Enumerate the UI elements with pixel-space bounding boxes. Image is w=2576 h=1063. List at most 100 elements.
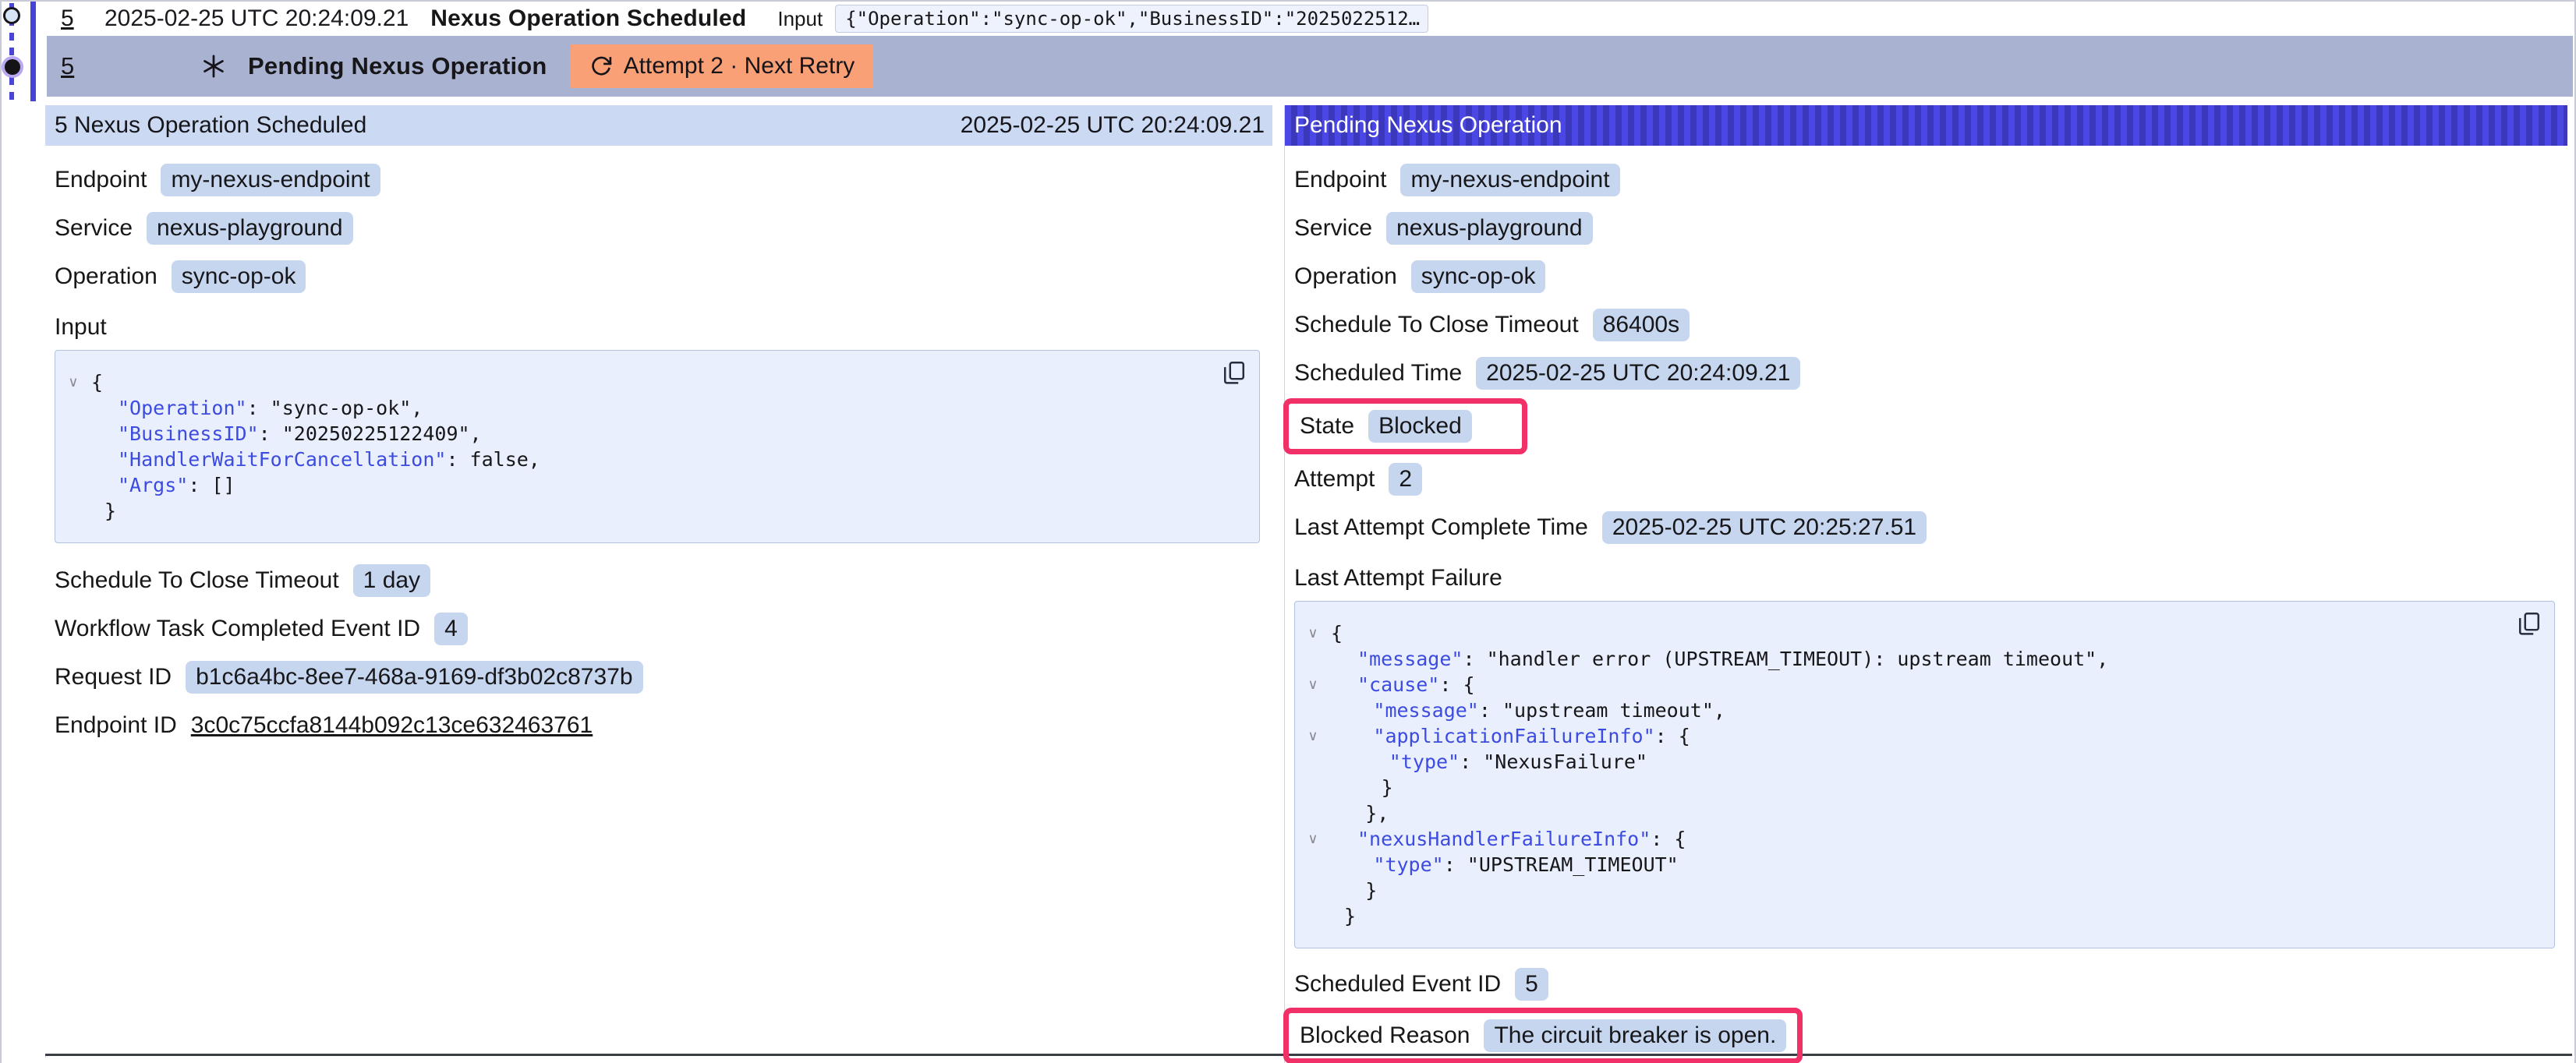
retry-badge-label: Attempt 2 · Next Retry <box>624 53 855 79</box>
field-label: Endpoint <box>55 167 147 193</box>
field-service: Service nexus-playground <box>55 211 1272 245</box>
json-line: ∨"applicationFailureInfo": { <box>1295 723 2507 749</box>
field-value-badge: nexus-playground <box>1386 212 1593 245</box>
chevron-gutter <box>55 421 91 447</box>
event-input-label: Input <box>777 7 823 31</box>
event-history-view: 5 2025-02-25 UTC 20:24:09.21 Nexus Opera… <box>0 0 2576 1063</box>
chevron-gutter <box>1295 749 1331 775</box>
collapse-chevron-icon[interactable]: ∨ <box>1295 672 1331 697</box>
collapse-chevron-icon[interactable]: ∨ <box>1295 826 1331 852</box>
field-value-badge: sync-op-ok <box>172 260 306 293</box>
json-line-text: } <box>1331 878 1377 903</box>
field-label: Endpoint <box>1294 167 1386 193</box>
field-state: State Blocked <box>1294 398 2567 454</box>
json-line-text: "type": "UPSTREAM_TIMEOUT" <box>1331 852 1679 878</box>
field-label: Scheduled Event ID <box>1294 971 1501 998</box>
json-line: } <box>1295 775 2507 800</box>
json-line-text: "type": "NexusFailure" <box>1331 749 1647 775</box>
json-line: "type": "NexusFailure" <box>1295 749 2507 775</box>
field-service: Service nexus-playground <box>1294 211 2567 245</box>
collapse-chevron-icon[interactable]: ∨ <box>1295 620 1331 646</box>
event-timestamp: 2025-02-25 UTC 20:24:09.21 <box>104 5 409 32</box>
json-line-text: "cause": { <box>1331 672 1475 697</box>
chevron-gutter <box>55 472 91 498</box>
json-line: }, <box>1295 800 2507 826</box>
timeline-gutter <box>2 2 45 1063</box>
field-scheduled-event-id: Scheduled Event ID 5 <box>1294 967 2567 1001</box>
field-label: Request ID <box>55 664 172 690</box>
field-value-badge: 5 <box>1515 968 1548 1001</box>
json-line-text: }, <box>1331 800 1389 826</box>
chevron-gutter <box>1295 646 1331 672</box>
event-row-scheduled[interactable]: 5 2025-02-25 UTC 20:24:09.21 Nexus Opera… <box>47 2 2573 37</box>
timeline-node-filled-icon[interactable] <box>5 59 20 75</box>
field-label: Last Attempt Complete Time <box>1294 514 1588 541</box>
json-line: "type": "UPSTREAM_TIMEOUT" <box>1295 852 2507 878</box>
timeline-node-open-icon[interactable] <box>3 7 20 24</box>
json-line-text: { <box>91 369 103 395</box>
scheduled-event-panel: 5 Nexus Operation Scheduled 2025-02-25 U… <box>45 105 1272 743</box>
scheduled-panel-timestamp: 2025-02-25 UTC 20:24:09.21 <box>961 112 1265 139</box>
json-line: ∨{ <box>1295 620 2507 646</box>
timeline-selected-bar <box>30 2 36 101</box>
field-label: Workflow Task Completed Event ID <box>55 616 420 642</box>
failure-section-label: Last Attempt Failure <box>1294 565 2567 592</box>
chevron-gutter <box>1295 852 1331 878</box>
scheduled-panel-title: 5 Nexus Operation Scheduled <box>55 112 366 139</box>
json-line: "HandlerWaitForCancellation": false, <box>55 447 1212 472</box>
collapse-chevron-icon[interactable]: ∨ <box>1295 723 1331 749</box>
json-line: } <box>1295 878 2507 903</box>
event-id-link[interactable]: 5 <box>61 5 84 32</box>
json-line-text: { <box>1331 620 1343 646</box>
json-line-text: } <box>91 498 116 524</box>
chevron-gutter <box>1295 697 1331 723</box>
field-schedule-to-close-timeout: Schedule To Close Timeout 1 day <box>55 563 1272 598</box>
field-label: Schedule To Close Timeout <box>1294 312 1579 338</box>
field-value-badge: b1c6a4bc-8ee7-468a-9169-df3b02c8737b <box>186 661 642 694</box>
field-label: State <box>1300 413 1354 440</box>
event-id-link[interactable]: 5 <box>61 52 84 80</box>
json-line: } <box>1295 903 2507 929</box>
failure-json-viewer: ∨{"message": "handler error (UPSTREAM_TI… <box>1294 601 2555 948</box>
chevron-gutter <box>55 447 91 472</box>
json-line: "Args": [] <box>55 472 1212 498</box>
json-line-text: "Args": [] <box>91 472 235 498</box>
asterisk-pending-icon <box>201 54 226 79</box>
copy-icon[interactable] <box>2517 611 2542 637</box>
field-value-badge: my-nexus-endpoint <box>1400 164 1619 196</box>
state-value-badge: Blocked <box>1368 410 1472 443</box>
copy-icon[interactable] <box>1222 360 1247 387</box>
field-last-attempt-complete-time: Last Attempt Complete Time 2025-02-25 UT… <box>1294 510 2567 545</box>
json-line: } <box>55 498 1212 524</box>
json-line-text: "applicationFailureInfo": { <box>1331 723 1690 749</box>
input-json-viewer: ∨{"Operation": "sync-op-ok","BusinessID"… <box>55 350 1260 543</box>
json-line: ∨"cause": { <box>1295 672 2507 697</box>
field-value-badge: 2 <box>1389 463 1422 496</box>
event-input-preview: {"Operation":"sync-op-ok","BusinessID":"… <box>835 5 1428 33</box>
scheduled-panel-header: 5 Nexus Operation Scheduled 2025-02-25 U… <box>45 105 1272 146</box>
field-workflow-task-completed-event-id: Workflow Task Completed Event ID 4 <box>55 612 1272 646</box>
field-schedule-to-close-timeout: Schedule To Close Timeout 86400s <box>1294 308 2567 342</box>
blocked-reason-annotation-highlight: Blocked Reason The circuit breaker is op… <box>1283 1008 1803 1063</box>
field-scheduled-time: Scheduled Time 2025-02-25 UTC 20:24:09.2… <box>1294 356 2567 390</box>
field-endpoint: Endpoint my-nexus-endpoint <box>1294 163 2567 197</box>
json-line-text: } <box>1331 903 1356 929</box>
field-operation: Operation sync-op-ok <box>55 260 1272 294</box>
json-line-text: } <box>1331 775 1393 800</box>
retry-icon <box>589 55 613 78</box>
json-line: "message": "handler error (UPSTREAM_TIME… <box>1295 646 2507 672</box>
field-attempt: Attempt 2 <box>1294 462 2567 496</box>
event-title: Nexus Operation Scheduled <box>430 5 746 32</box>
pending-panel-title: Pending Nexus Operation <box>1294 112 1562 139</box>
retry-status-badge: Attempt 2 · Next Retry <box>571 44 874 88</box>
pending-operation-panel: Pending Nexus Operation Endpoint my-nexu… <box>1284 105 2567 1063</box>
field-label: Endpoint ID <box>55 712 177 739</box>
json-line-text: "nexusHandlerFailureInfo": { <box>1331 826 1686 852</box>
json-line: "Operation": "sync-op-ok", <box>55 395 1212 421</box>
field-label: Operation <box>55 263 157 290</box>
field-blocked-reason: Blocked Reason The circuit breaker is op… <box>1294 1008 2567 1063</box>
event-row-pending[interactable]: 5 Pending Nexus Operation Attempt 2 · Ne… <box>47 36 2573 97</box>
collapse-chevron-icon[interactable]: ∨ <box>55 369 91 395</box>
endpoint-id-link[interactable]: 3c0c75ccfa8144b092c13ce632463761 <box>191 712 593 739</box>
json-line: "message": "upstream timeout", <box>1295 697 2507 723</box>
